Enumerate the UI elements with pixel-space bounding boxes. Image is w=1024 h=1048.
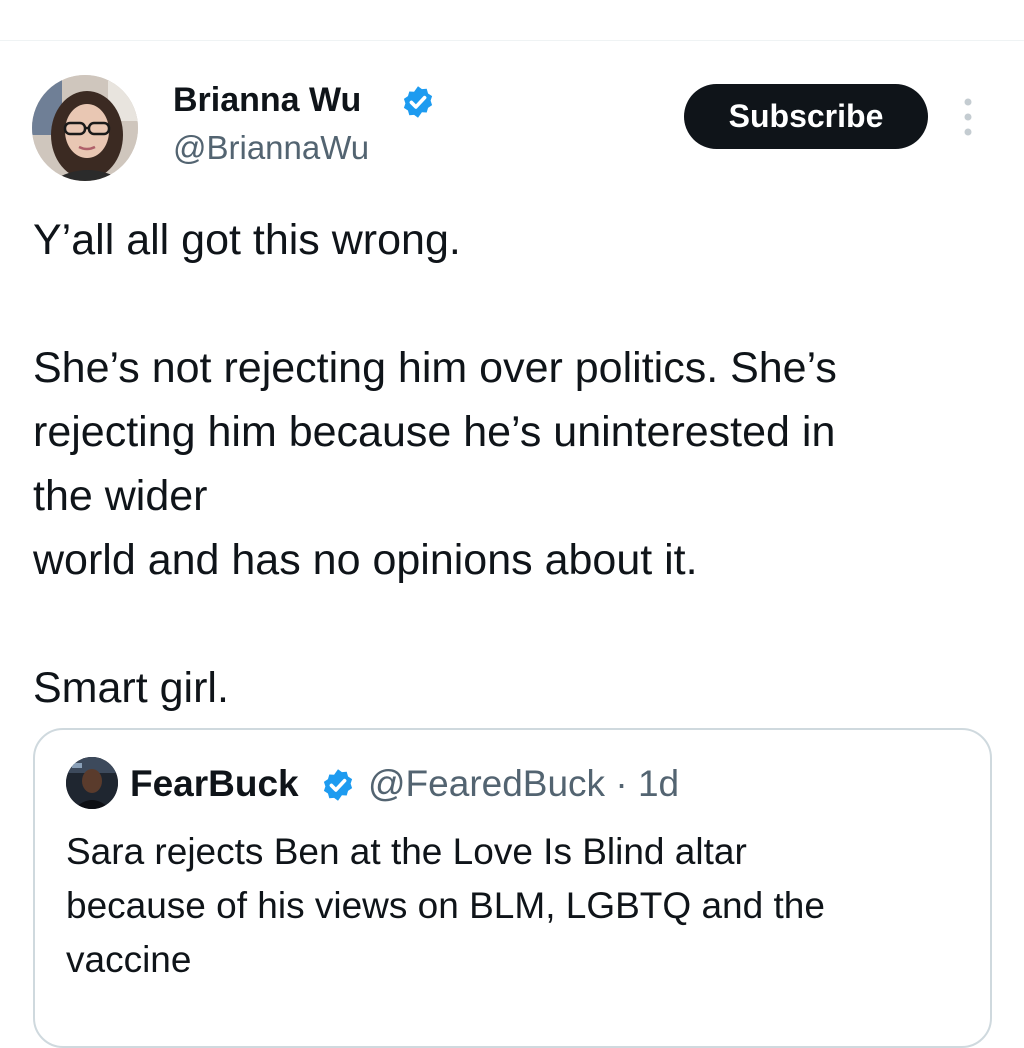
quoted-author-avatar[interactable] <box>66 757 118 809</box>
quoted-timestamp[interactable]: 1d <box>638 763 679 804</box>
top-divider <box>0 40 1024 41</box>
quoted-author-display-name[interactable]: FearBuck <box>130 762 299 806</box>
tweet-text: Y’all all got this wrong. She’s not reje… <box>33 216 837 712</box>
quoted-author-handle[interactable]: @FearedBuck <box>368 763 605 804</box>
profile-photo-icon <box>66 757 118 809</box>
more-vertical-icon[interactable] <box>956 96 980 138</box>
profile-photo-icon <box>32 75 138 181</box>
subscribe-button[interactable]: Subscribe <box>684 84 928 149</box>
quoted-meta: @FearedBuck · 1d <box>368 762 679 806</box>
verified-badge-icon <box>323 769 353 801</box>
author-display-name[interactable]: Brianna Wu <box>173 80 361 120</box>
meta-separator: · <box>615 763 628 804</box>
author-avatar[interactable] <box>32 75 138 181</box>
quoted-tweet-text: Sara rejects Ben at the Love Is Blind al… <box>66 831 825 980</box>
verified-badge-icon <box>403 86 433 118</box>
author-handle[interactable]: @BriannaWu <box>173 128 369 168</box>
